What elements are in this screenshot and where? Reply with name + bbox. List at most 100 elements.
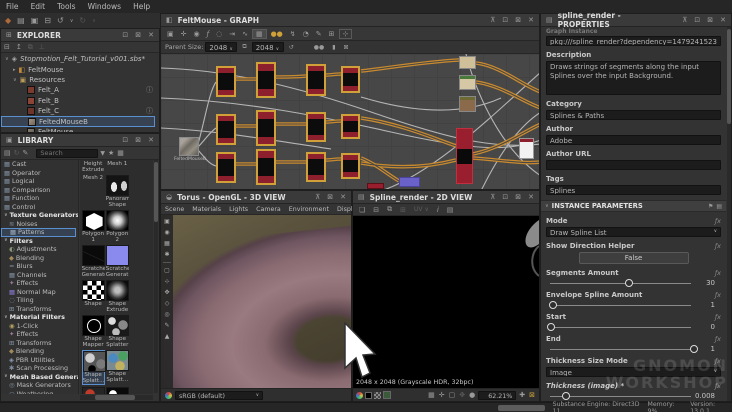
library-hscrollbar[interactable] [80,395,153,400]
maximize-icon[interactable]: ⊠ [705,16,715,24]
lib-cat[interactable]: ⊞ Transforms [1,305,78,314]
view2d-canvas[interactable]: 2048 x 2048 (Grayscale HDR, 32bpc) [353,216,539,388]
lock-zoom-icon[interactable]: ⊠ [528,391,536,399]
graph-node-small-red[interactable] [367,183,384,189]
graph-node[interactable] [341,66,360,93]
lib-cat[interactable]: ✦ Effects [1,279,78,288]
lib-group[interactable]: ∨ Material Filters [1,313,78,322]
function-icon[interactable]: ƒx [715,382,721,390]
lib-cat[interactable]: ▦ Function [1,194,78,203]
show-direction-helper-button[interactable]: False [578,252,689,264]
undo-icon[interactable]: ↺ [54,16,67,25]
camera-icon[interactable]: ▣ [164,218,170,225]
search-input[interactable] [36,148,99,158]
lib-group[interactable]: ∨ Texture Generators [1,211,78,220]
lib-cat[interactable]: ✱ Scan Processing [1,364,78,373]
gear-icon[interactable]: ✥ [164,289,169,296]
actual-size-icon[interactable]: ▢ [448,391,457,399]
library-scrollbar[interactable] [154,160,158,393]
node-wrangler-icon[interactable]: ↯ [287,30,299,38]
thickness-slider[interactable]: 0.008 [546,390,721,401]
graph-node[interactable] [216,114,236,145]
refresh-icon[interactable]: ↻ [13,149,21,157]
fullscreen-icon[interactable]: ⊠ [341,44,352,51]
lib-cat[interactable]: ◌ Tiling [1,296,78,305]
redo-icon[interactable]: ↻ [76,16,89,25]
info-icon[interactable]: i [434,206,442,214]
dock-icon[interactable]: ⊡ [120,31,130,39]
description-field[interactable]: Draws strings of segments along the inpu… [546,61,721,95]
light-icon[interactable]: ◉ [164,229,169,236]
lib-cat[interactable]: ◐ Adjustments [1,245,78,254]
menu-help[interactable]: Help [127,1,156,12]
close-icon[interactable]: ✕ [146,31,156,39]
caret-down-icon[interactable]: ∨ [5,56,9,62]
export-image-icon[interactable]: ❏ [356,206,368,214]
lib-group[interactable]: ∨ Filters [1,237,78,246]
close-icon[interactable]: ✕ [526,193,536,201]
colorspace-select[interactable]: sRGB (default) ∨ [175,390,263,400]
envelope-spline-amount-slider[interactable]: 1 [546,299,721,311]
lib-item-shape-splatt-selected[interactable]: Shape Splatt... [81,350,106,385]
zoom-in-icon[interactable]: ✚ [518,391,526,399]
bg-checker-icon[interactable] [374,391,381,399]
size-link-icon[interactable]: ⧉ [239,43,249,51]
maximize-icon[interactable]: ⊠ [133,31,143,39]
parent-size-select[interactable]: 2048 ∨ [205,42,238,52]
graph-node[interactable] [306,64,326,96]
pin-icon[interactable]: ⊼ [313,193,322,201]
author-field[interactable]: Adobe [546,135,721,145]
maximize-icon[interactable]: ⊠ [325,193,335,201]
histogram-icon[interactable]: ▤ [444,206,457,214]
lib-cat[interactable]: ◎ Mask Generators [1,381,78,390]
menu-materials[interactable]: Materials [188,206,225,213]
pin-icon[interactable]: ⊼ [680,16,689,24]
new-file-icon[interactable]: ▤ [14,16,28,25]
close-icon[interactable]: ✕ [718,16,728,24]
maximize-icon[interactable]: ⊠ [513,16,523,24]
close-icon[interactable]: ✕ [338,193,348,201]
snapshot-icon[interactable]: ◉ [191,30,203,38]
lib-item-shape-splatt-2[interactable]: Shape Splatt... [105,350,129,385]
graph-canvas[interactable]: FeltedMouseB [161,54,539,189]
dock-icon[interactable]: ⊡ [692,16,702,24]
function-icon[interactable]: ƒx [715,242,721,250]
tree-item-feltmouse-graph[interactable]: ▸ ◧ FeltMouse [1,64,159,74]
maximize-icon[interactable]: ⊠ [513,193,523,201]
function-icon[interactable]: ƒx [715,313,721,321]
graph-node-blend[interactable] [456,128,473,184]
lib-cat[interactable]: ≋ Noises [1,220,78,229]
frame-all-icon[interactable]: ▣ [164,30,177,38]
grid-toggle-icon[interactable]: ▦ [427,391,436,399]
close-icon[interactable]: ✕ [146,136,156,144]
tree-item-resources[interactable]: ∨ ▣ Resources [1,75,159,85]
lib-item-mesh-1[interactable]: Mesh 1 [106,161,129,173]
pause-engine-icon[interactable]: ●● [268,30,286,38]
graph-node[interactable] [341,153,360,179]
bg-image-icon[interactable] [383,391,391,399]
graph-node[interactable] [341,114,360,139]
wrench-icon[interactable]: ⊹ [164,278,169,285]
category-field[interactable]: Splines & Paths [546,110,721,120]
graph-node[interactable] [216,66,236,97]
tree-item-felt-c[interactable]: Felt_C ⓘ [1,106,159,116]
frame-icon[interactable]: ▢ [164,267,170,274]
lib-cat[interactable]: ◆ Blending [1,347,78,356]
lib-cat[interactable]: ≈ Blurs [1,262,78,271]
pen-icon[interactable]: ✎ [164,322,169,329]
save-icon[interactable]: ⊟ [41,16,54,25]
battery-icon[interactable]: ▮ [329,44,338,51]
function-icon[interactable]: ƒx [715,291,721,299]
menu-lights[interactable]: Lights [225,206,252,213]
fit-view-icon[interactable]: ✛ [438,391,446,399]
menu-scene[interactable]: Scene [161,206,188,213]
lib-item-shape-splatter[interactable]: Shape Splatter [105,315,129,348]
graph-node[interactable] [256,149,276,185]
lib-cat[interactable]: ◒ Weathering [1,390,78,394]
library-folder-icon[interactable]: ▤ [3,149,12,157]
tree-item-felt-b[interactable]: Felt_B [1,96,159,106]
filter-graph-icon[interactable]: ✎ [313,30,325,38]
lib-item-shape-splatter-4[interactable]: Shape Splatter ... [105,387,129,394]
dock-icon[interactable]: ⊡ [500,16,510,24]
lib-item-mesh-2[interactable]: Mesh 2 [82,175,105,208]
